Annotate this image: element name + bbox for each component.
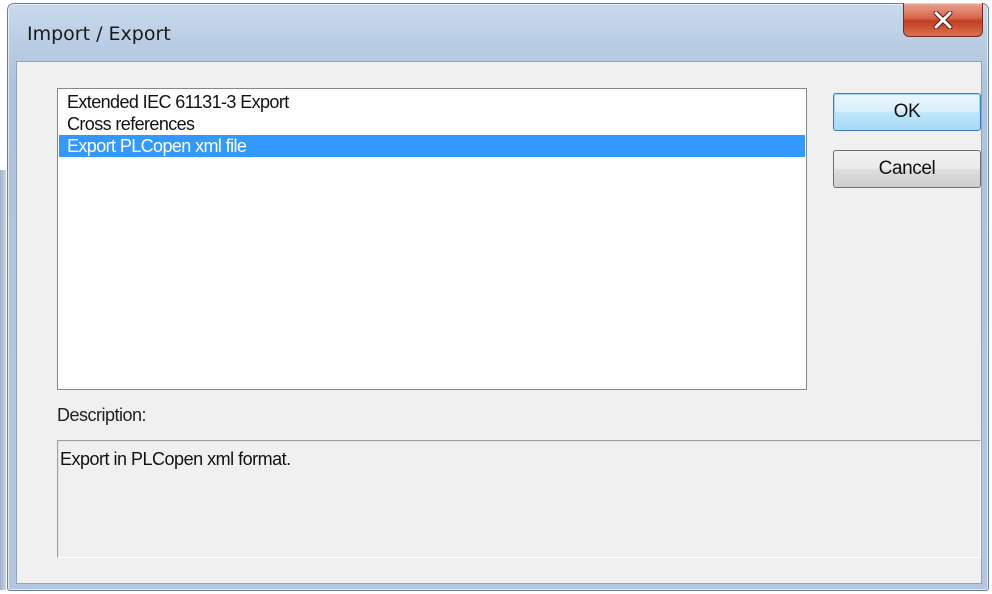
background-window-edge <box>0 170 6 590</box>
ok-button[interactable]: OK <box>833 93 981 131</box>
list-item[interactable]: Cross references <box>59 113 805 135</box>
cancel-button[interactable]: Cancel <box>833 150 981 188</box>
description-box: Export in PLCopen xml format. <box>57 440 981 558</box>
title-bar[interactable]: Import / Export <box>8 3 988 60</box>
description-label: Description: <box>57 405 147 425</box>
import-export-dialog: Import / Export Extended IEC 61131-3 Exp… <box>7 3 989 591</box>
export-options-list[interactable]: Extended IEC 61131-3 Export Cross refere… <box>57 88 807 390</box>
list-item[interactable]: Extended IEC 61131-3 Export <box>59 91 805 113</box>
close-button[interactable] <box>903 3 983 37</box>
list-item-selected[interactable]: Export PLCopen xml file <box>59 135 805 157</box>
dialog-client-area: Extended IEC 61131-3 Export Cross refere… <box>16 61 982 584</box>
close-icon <box>933 10 953 29</box>
description-text: Export in PLCopen xml format. <box>60 449 291 469</box>
dialog-title: Import / Export <box>27 23 171 45</box>
